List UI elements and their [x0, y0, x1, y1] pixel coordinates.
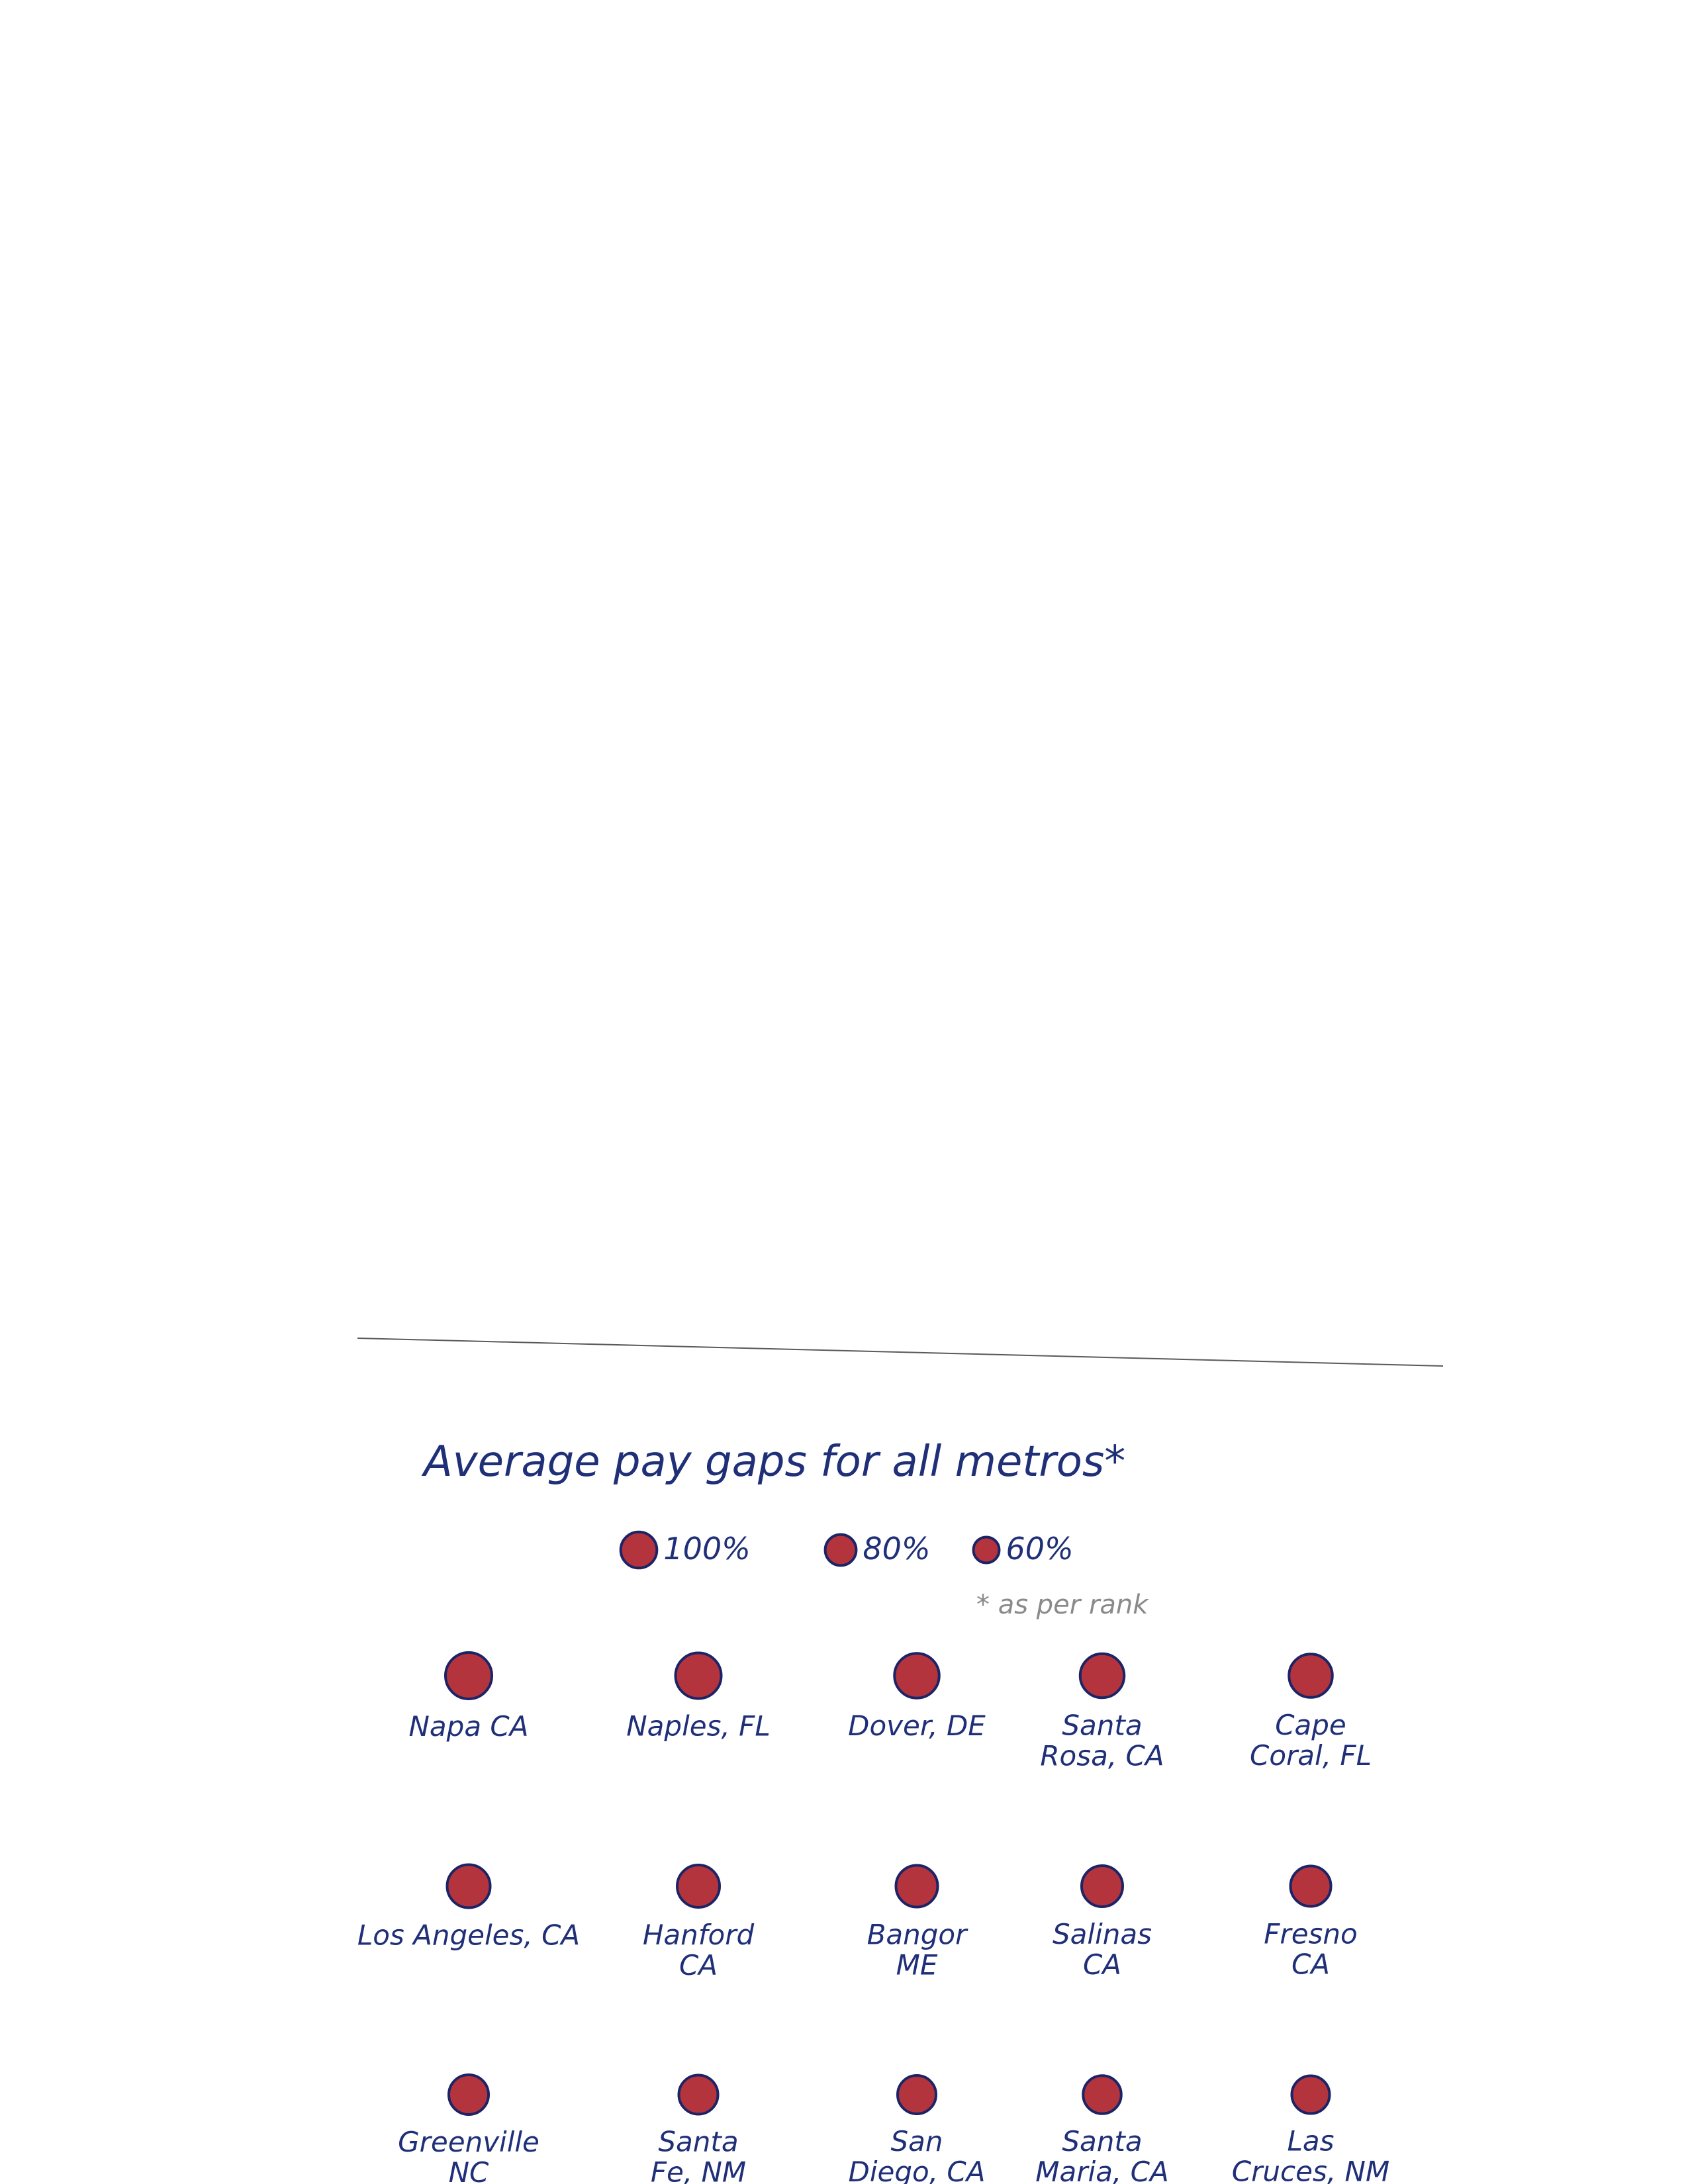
legend-dot-2	[823, 1533, 858, 1567]
metro-label-5: Cape Coral, FL	[1250, 1709, 1372, 1772]
plot-area: Napa CA Naples, FL Dover, DE Santa Rosa, CA C…	[357, 1651, 1389, 2184]
legend: 100% 80% 60%	[619, 1530, 1074, 1570]
metro-dot-15	[1290, 2074, 1331, 2115]
metro-label-13: San Diego, CA	[849, 2125, 986, 2184]
metro-dot-5	[1288, 1653, 1334, 1699]
metro-dot-8	[894, 1864, 939, 1909]
legend-label-3: 60%	[1006, 1531, 1074, 1567]
chart-title: Average pay gaps for all metros*	[421, 1437, 1125, 1486]
metro-dot-3	[893, 1652, 941, 1700]
metro-dot-7	[676, 1864, 721, 1909]
metro-label-4: Santa Rosa, CA	[1040, 1709, 1164, 1772]
metro-dot-4	[1078, 1652, 1126, 1700]
metro-dot-1	[444, 1651, 493, 1700]
legend-label-2: 80%	[863, 1531, 930, 1567]
metro-label-1: Napa CA	[409, 1710, 529, 1743]
metro-dot-13	[896, 2074, 937, 2115]
chart: Average pay gaps for all metros* 100% 80%…	[357, 1338, 1444, 2184]
metro-label-11: Greenville NC	[398, 2126, 539, 2184]
metro-dot-6	[445, 1863, 492, 1909]
metro-dot-11	[447, 2073, 490, 2116]
legend-dot-1	[619, 1530, 659, 1570]
metro-dot-12	[677, 2073, 720, 2116]
metro-label-14: Santa Maria, CA	[1035, 2125, 1168, 2184]
legend-dot-3	[972, 1535, 1001, 1565]
metro-label-10: Fresno CA	[1264, 1918, 1357, 1981]
metro-dot-14	[1082, 2074, 1123, 2115]
metro-dot-9	[1080, 1864, 1124, 1908]
metro-label-2: Naples, FL	[626, 1710, 770, 1743]
page-divider-line	[357, 1338, 1444, 1367]
legend-label-1: 100%	[663, 1531, 751, 1567]
metro-label-15: Las Cruces, NM	[1232, 2125, 1389, 2184]
metro-dot-10	[1289, 1864, 1333, 1908]
metro-dot-2	[674, 1651, 723, 1700]
footnote: * as per rank	[976, 1590, 1149, 1620]
metro-label-9: Salinas CA	[1053, 1918, 1152, 1981]
metro-label-3: Dover, DE	[848, 1709, 986, 1742]
metro-label-8: Bangor ME	[867, 1919, 969, 1981]
metro-label-6: Los Angeles, CA	[357, 1919, 580, 1952]
metro-label-12: Santa Fe, NM	[651, 2126, 746, 2184]
metro-label-7: Hanford CA	[643, 1919, 755, 1981]
